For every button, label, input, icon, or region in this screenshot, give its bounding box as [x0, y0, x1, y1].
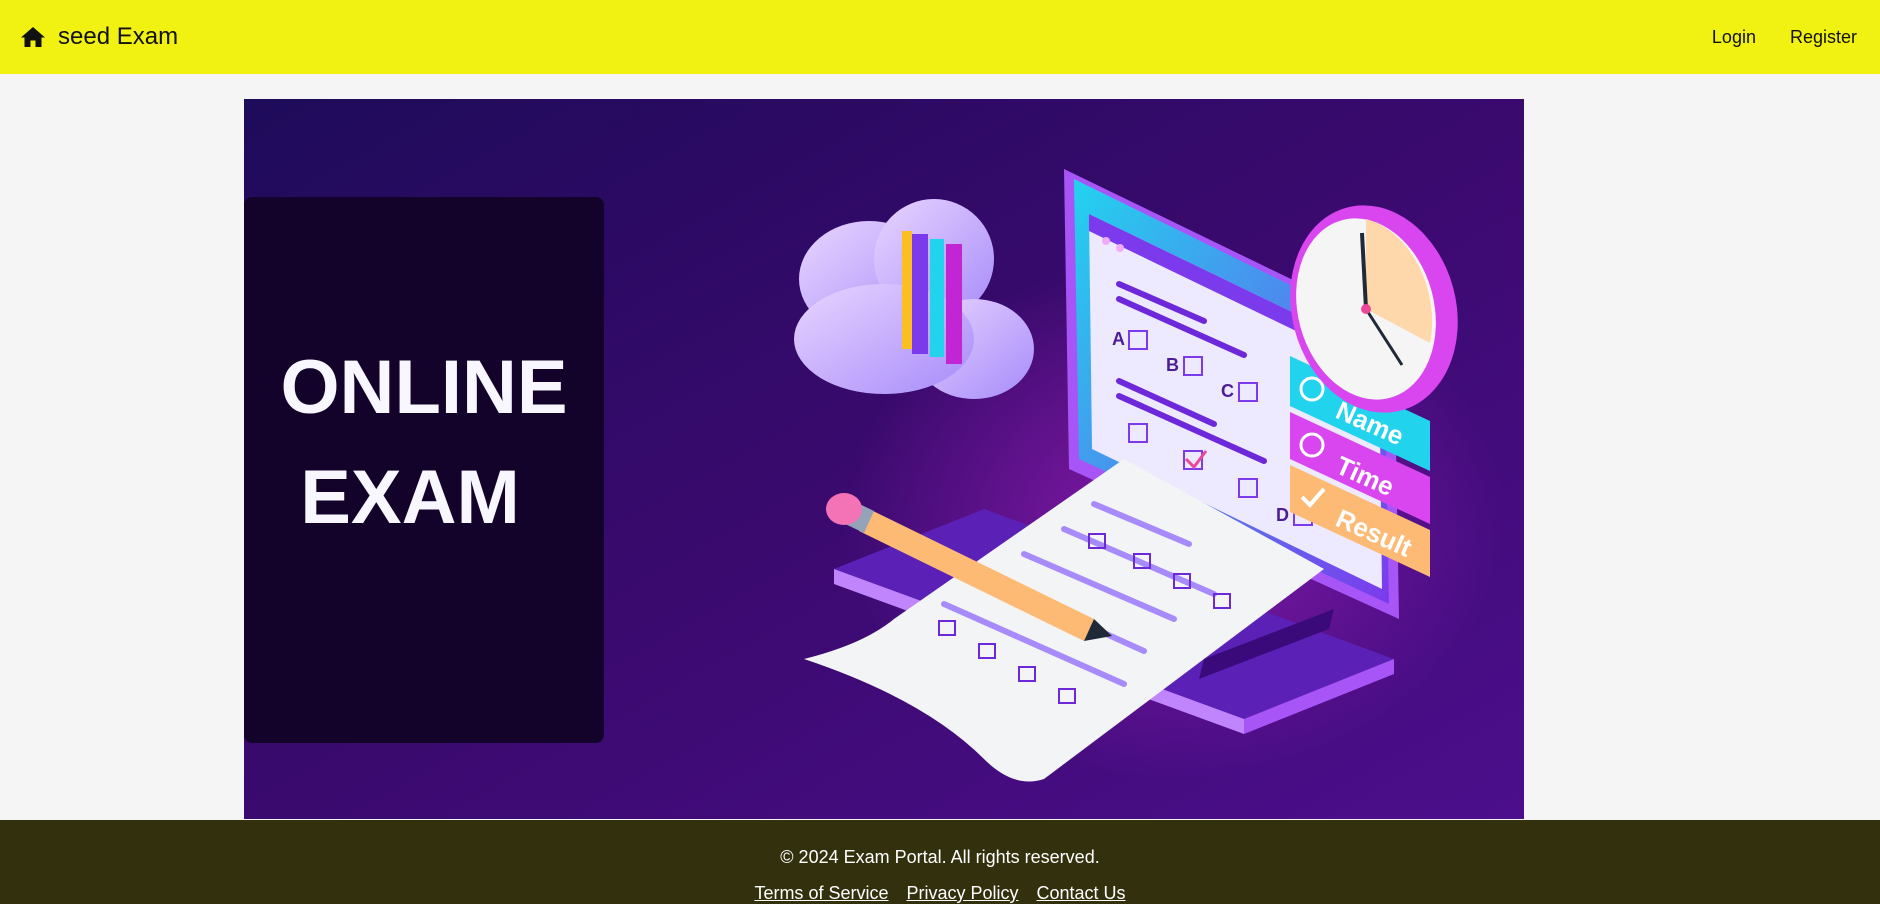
- headline-line2: EXAM: [300, 455, 520, 540]
- screen-option-b: B: [1166, 355, 1179, 375]
- register-link[interactable]: Register: [1790, 27, 1857, 48]
- main-nav: Login Register: [1712, 27, 1860, 48]
- top-navbar: seed Exam Login Register: [0, 0, 1880, 74]
- copyright-text: © 2024 Exam Portal. All rights reserved.: [780, 847, 1100, 867]
- page-footer: © 2024 Exam Portal. All rights reserved.…: [0, 820, 1880, 904]
- hero-banner: ONLINE EXAM A B C D Name Time Result: [244, 99, 1524, 819]
- login-link[interactable]: Login: [1712, 27, 1756, 48]
- home-icon: [20, 25, 46, 49]
- headline-line1: ONLINE: [280, 345, 567, 430]
- brand-link[interactable]: seed Exam: [20, 23, 178, 51]
- screen-option-c: C: [1221, 381, 1234, 401]
- privacy-policy-link[interactable]: Privacy Policy: [906, 883, 1018, 904]
- screen-option-d: D: [1276, 505, 1289, 525]
- brand-title: seed Exam: [58, 23, 179, 50]
- terms-of-service-link[interactable]: Terms of Service: [754, 883, 888, 904]
- hero-illustration: ONLINE EXAM A B C D Name Time Result: [244, 99, 1524, 819]
- contact-us-link[interactable]: Contact Us: [1037, 883, 1126, 904]
- screen-option-a: A: [1112, 329, 1125, 349]
- footer-links: Terms of Service Privacy Policy Contact …: [0, 883, 1880, 904]
